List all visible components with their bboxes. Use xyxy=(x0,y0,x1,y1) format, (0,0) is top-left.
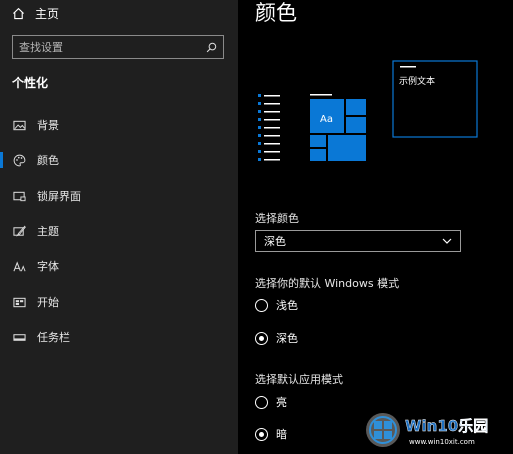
watermark: Win10乐园 www.win10xit.com xyxy=(366,413,488,447)
sidebar-item-fonts[interactable]: 字体 xyxy=(0,253,238,279)
sidebar-item-label: 任务栏 xyxy=(37,331,70,344)
watermark-brand: Win10乐园 xyxy=(405,417,488,435)
radio-label: 亮 xyxy=(276,396,287,409)
main-panel: 颜色 Aa 示例文本 选择颜色 深色 选择你的默认 Windows 模式 浅色 … xyxy=(238,0,513,454)
radio-label: 深色 xyxy=(276,332,298,345)
app-mode-dark-radio[interactable]: 暗 xyxy=(255,425,287,443)
home-label: 主页 xyxy=(35,6,60,21)
theme-brush-icon xyxy=(12,224,26,238)
windows-mode-dark-radio[interactable]: 深色 xyxy=(255,329,298,347)
sidebar-item-label: 锁屏界面 xyxy=(37,190,81,203)
watermark-url: www.win10xit.com xyxy=(409,438,475,446)
sidebar-item-label: 颜色 xyxy=(37,154,59,167)
lock-screen-icon xyxy=(12,189,26,203)
start-list-preview xyxy=(258,94,280,161)
page-title: 颜色 xyxy=(255,1,297,25)
radio-circle[interactable] xyxy=(255,298,268,312)
home-link[interactable]: 主页 xyxy=(12,4,59,22)
sidebar-item-label: 背景 xyxy=(37,119,59,132)
sidebar-item-label: 字体 xyxy=(37,260,59,273)
sidebar: 主页 个性化 背景 颜色 锁屏界面 主题 字体 开始 任务栏 xyxy=(0,0,238,454)
chevron-down-icon xyxy=(442,238,452,244)
radio-circle[interactable] xyxy=(255,427,268,441)
home-icon xyxy=(13,7,24,19)
dropdown-selected-value: 深色 xyxy=(264,235,286,248)
image-icon xyxy=(12,118,26,132)
sidebar-item-label: 主题 xyxy=(37,225,59,238)
search-input[interactable] xyxy=(19,40,206,54)
radio-circle[interactable] xyxy=(255,331,268,345)
sidebar-item-lock-screen[interactable]: 锁屏界面 xyxy=(0,183,238,209)
sidebar-item-colors[interactable]: 颜色 xyxy=(0,147,238,173)
sidebar-item-taskbar[interactable]: 任务栏 xyxy=(0,324,238,350)
app-mode-label: 选择默认应用模式 xyxy=(255,373,343,386)
app-mode-light-radio[interactable]: 亮 xyxy=(255,393,287,411)
sidebar-item-label: 开始 xyxy=(37,296,59,309)
radio-label: 浅色 xyxy=(276,299,298,312)
sidebar-item-background[interactable]: 背景 xyxy=(0,112,238,138)
tile-preview: Aa xyxy=(310,94,366,161)
radio-circle[interactable] xyxy=(255,395,268,409)
theme-preview: Aa 示例文本 xyxy=(258,60,478,161)
radio-label: 暗 xyxy=(276,428,287,441)
windows-mode-light-radio[interactable]: 浅色 xyxy=(255,296,298,314)
font-icon xyxy=(12,259,26,273)
sidebar-item-themes[interactable]: 主题 xyxy=(0,218,238,244)
sample-text: 示例文本 xyxy=(399,75,435,87)
start-icon xyxy=(12,295,26,309)
search-icon[interactable] xyxy=(206,42,217,53)
windows-mode-label: 选择你的默认 Windows 模式 xyxy=(255,277,400,290)
choose-color-label: 选择颜色 xyxy=(255,212,299,225)
color-mode-dropdown[interactable]: 深色 xyxy=(255,230,461,252)
section-title: 个性化 xyxy=(12,76,49,90)
sample-window-preview: 示例文本 xyxy=(392,60,478,138)
palette-icon xyxy=(12,153,26,167)
tile-sample-text: Aa xyxy=(320,114,333,125)
search-box[interactable] xyxy=(12,35,224,59)
taskbar-icon xyxy=(12,330,26,344)
sidebar-item-start[interactable]: 开始 xyxy=(0,289,238,315)
